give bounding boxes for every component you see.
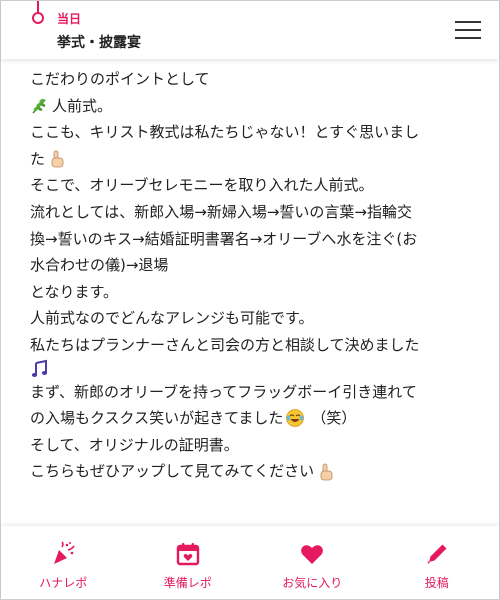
- herb-emoji: [32, 98, 46, 114]
- section-title: 挙式・披露宴: [57, 35, 141, 51]
- nav-item-favorites[interactable]: お気に入り: [250, 526, 375, 599]
- header: 当日 挙式・披露宴: [1, 1, 499, 59]
- article-line: ここも、キリスト教式は私たちじゃない！とすぐ思いまし: [30, 119, 480, 146]
- article-line: [30, 359, 480, 379]
- article-line: 換→誓いのキス→結婚証明書署名→オリーブへ水を注ぐ(お: [30, 226, 480, 253]
- hamburger-menu-icon[interactable]: [455, 21, 481, 41]
- nav-item-junbirepo[interactable]: 準備レポ: [126, 526, 251, 599]
- music-notes-emoji: [31, 359, 48, 377]
- calendar-heart-icon: [176, 543, 199, 566]
- article-line: 流れとしては、新郎入場→新婦入場→誓いの言葉→指輪交: [30, 199, 480, 226]
- article-text: まず、新郎のオリーブを持ってフラッグボーイ引き連れて: [30, 382, 417, 401]
- timeline-dot-icon: [32, 12, 44, 24]
- article-text: そこで、オリーブセレモニーを取り入れた人前式。: [30, 176, 374, 195]
- article-line: の入場もクスクス笑いが起きてました （笑）: [30, 405, 480, 432]
- article-line: こだわりのポイントとして: [30, 66, 480, 93]
- article-line: そして、オリジナルの証明書。: [30, 432, 480, 459]
- article-text: となります。: [30, 282, 119, 301]
- article-line: こちらもぜひアップして見てみてください: [30, 458, 480, 485]
- day-label: 当日: [57, 12, 82, 26]
- article-text: 人前式。: [52, 96, 113, 115]
- article-text: ここも、キリスト教式は私たちじゃない！とすぐ思いまし: [30, 123, 420, 142]
- article-text: そして、オリジナルの証明書。: [30, 435, 239, 454]
- article-line: 私たちはプランナーさんと司会の方と相談して決めました: [30, 332, 480, 359]
- article-line: 水合わせの儀)→退場: [30, 252, 480, 279]
- tears-of-joy-emoji: [286, 409, 305, 428]
- article-line: た: [30, 146, 480, 173]
- pencil-icon: [427, 544, 447, 564]
- pointing-up-emoji: [51, 150, 64, 168]
- nav-label: お気に入り: [282, 576, 343, 590]
- bottom-nav: ハナレポ 準備レポ お気に入り 投稿: [1, 526, 499, 599]
- nav-item-hanarepo[interactable]: ハナレポ: [1, 526, 126, 599]
- nav-label: 準備レポ: [163, 576, 212, 590]
- article-text: 人前式なのでどんなアレンジも可能です。: [30, 309, 314, 328]
- pointing-up-emoji: [320, 463, 333, 481]
- article-line: 人前式。: [30, 93, 480, 120]
- menu-bar: [455, 21, 481, 23]
- article-text: の入場もクスクス笑いが起きてました: [30, 409, 284, 428]
- nav-label: 投稿: [424, 576, 449, 590]
- party-popper-icon: [54, 541, 75, 564]
- article-text: こだわりのポイントとして: [30, 70, 210, 88]
- article-body: こだわりのポイントとして 人前式。 ここも、キリスト教式は私たちじゃない！とすぐ…: [30, 66, 480, 485]
- article-text: 流れとしては、新郎入場→新婦入場→誓いの言葉→指輪交: [30, 202, 412, 221]
- nav-item-post[interactable]: 投稿: [375, 526, 500, 599]
- article-line: そこで、オリーブセレモニーを取り入れた人前式。: [30, 172, 480, 199]
- article-line: 人前式なのでどんなアレンジも可能です。: [30, 305, 480, 332]
- article-line: となります。: [30, 279, 480, 306]
- article-text: 換→誓いのキス→結婚証明書署名→オリーブへ水を注ぐ(お: [30, 229, 418, 248]
- article-text: た: [30, 149, 46, 168]
- article-line: まず、新郎のオリーブを持ってフラッグボーイ引き連れて: [30, 379, 480, 406]
- menu-bar: [455, 29, 481, 31]
- article-text: 水合わせの儀)→退場: [30, 256, 169, 275]
- menu-bar: [455, 37, 481, 39]
- article-text: 私たちはプランナーさんと司会の方と相談して決めました: [30, 335, 420, 354]
- nav-label: ハナレポ: [39, 576, 88, 590]
- heart-icon: [301, 545, 324, 564]
- article-text: こちらもぜひアップして見てみてください: [30, 462, 315, 481]
- article-text: （笑）: [311, 409, 357, 428]
